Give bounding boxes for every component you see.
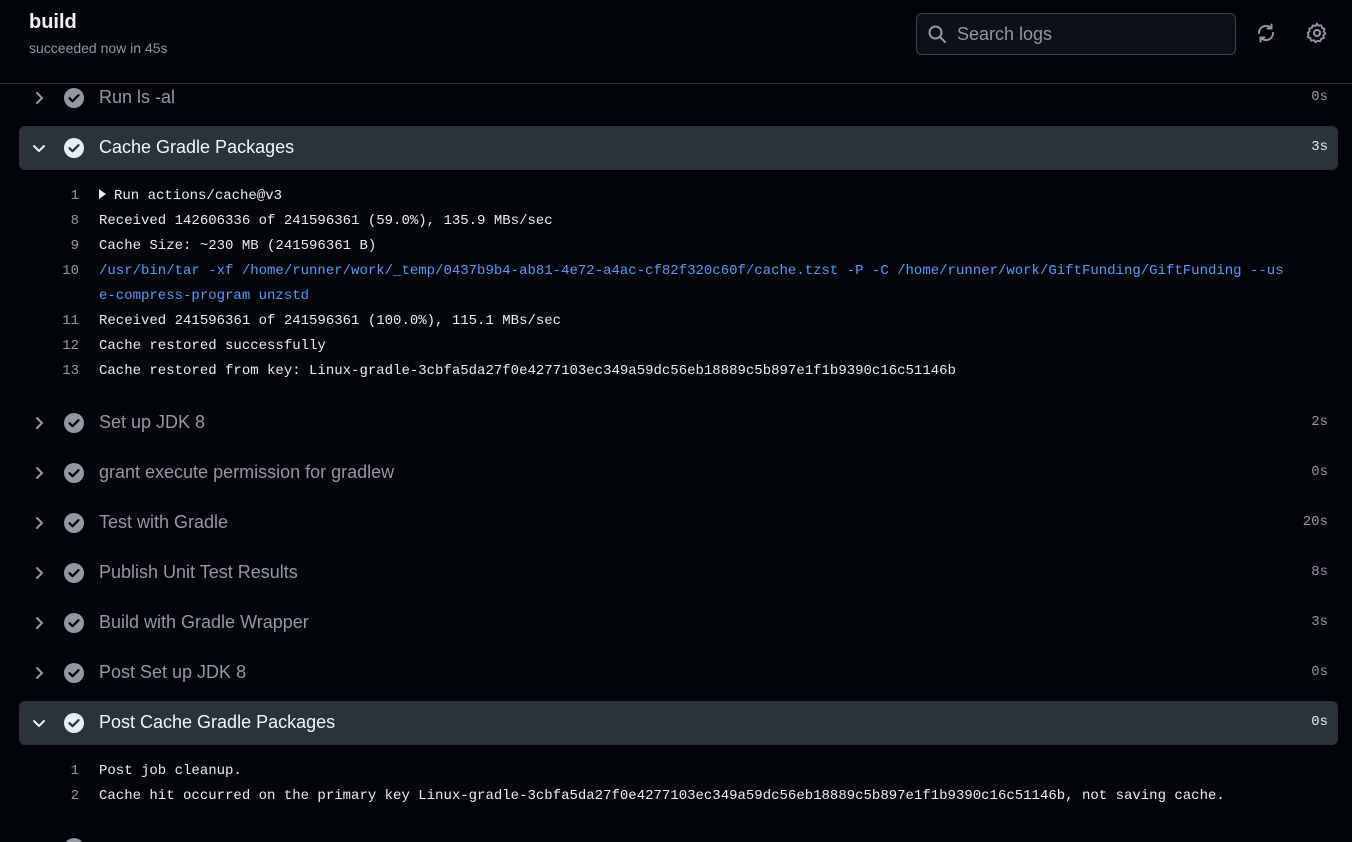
steps-list: Run ls -al 0s Cache Gradle Packages 3s 1…	[0, 84, 1352, 842]
check-circle-icon	[64, 563, 84, 583]
step-name: Cache Gradle Packages	[99, 137, 295, 157]
step-cache-gradle-packages[interactable]: Cache Gradle Packages 3s	[19, 126, 1338, 170]
step-name: Build with Gradle Wrapper	[99, 612, 309, 632]
line-number[interactable]: 10	[62, 259, 79, 284]
step-duration: 0s	[1311, 664, 1328, 680]
gear-icon	[1306, 22, 1328, 44]
check-circle-icon	[64, 838, 84, 842]
step-name: grant execute permission for gradlew	[99, 462, 395, 482]
log-line[interactable]: 8 Received 142606336 of 241596361 (59.0%…	[0, 209, 1352, 234]
job-status: succeeded now in 45s	[29, 40, 168, 56]
settings-button[interactable]	[1305, 21, 1329, 45]
line-number[interactable]: 1	[71, 184, 79, 209]
step-duration: 20s	[1302, 514, 1328, 530]
log-command-text: /usr/bin/tar -xf /home/runner/work/_temp…	[99, 263, 1284, 304]
check-circle-icon	[64, 713, 84, 733]
log-text: Received 142606336 of 241596361 (59.0%),…	[99, 213, 553, 229]
line-number[interactable]: 11	[62, 309, 79, 334]
step-name: Post Set up JDK 8	[99, 662, 247, 682]
check-circle-icon	[64, 413, 84, 433]
check-circle-icon	[64, 88, 84, 108]
step-duration: 3s	[1311, 139, 1328, 155]
step-test-with-gradle[interactable]: Test with Gradle 20s	[19, 501, 1338, 545]
step-log: 1 Post job cleanup. 2 Cache hit occurred…	[0, 759, 1352, 809]
step-set-up-jdk-8[interactable]: Set up JDK 8 2s	[19, 401, 1338, 445]
step-duration: 0s	[1311, 714, 1328, 730]
refresh-button[interactable]	[1254, 21, 1278, 45]
step-post-cache-gradle-packages[interactable]: Post Cache Gradle Packages 0s	[19, 701, 1338, 745]
step-duration: 2s	[1311, 414, 1328, 430]
check-circle-icon	[64, 663, 84, 683]
log-line[interactable]: 9 Cache Size: ~230 MB (241596361 B)	[0, 234, 1352, 259]
log-text: Cache restored successfully	[99, 338, 326, 354]
step-duration: 8s	[1311, 564, 1328, 580]
chevron-down-icon	[31, 140, 47, 156]
step-name: Post Cache Gradle Packages	[99, 712, 336, 732]
step-run-ls[interactable]: Run ls -al 0s	[19, 84, 1338, 120]
log-text: Received 241596361 of 241596361 (100.0%)…	[99, 313, 562, 329]
line-number[interactable]: 9	[71, 234, 79, 259]
line-number[interactable]: 1	[71, 759, 79, 784]
chevron-right-icon	[31, 415, 47, 431]
log-text: Post job cleanup.	[99, 763, 242, 779]
log-text: Cache hit occurred on the primary key Li…	[99, 788, 1225, 804]
step-name: Publish Unit Test Results	[99, 562, 298, 582]
line-number[interactable]: 8	[71, 209, 79, 234]
chevron-right-icon	[31, 615, 47, 631]
step-build-with-gradle-wrapper[interactable]: Build with Gradle Wrapper 3s	[19, 601, 1338, 645]
step-name: Test with Gradle	[99, 512, 229, 532]
step-name: Set up JDK 8	[99, 412, 206, 432]
chevron-right-icon	[31, 515, 47, 531]
chevron-right-icon	[31, 665, 47, 681]
chevron-right-icon	[31, 565, 47, 581]
job-title: build	[29, 11, 77, 33]
log-line[interactable]: 13 Cache restored from key: Linux-gradle…	[0, 359, 1352, 384]
step-next-partial[interactable]	[19, 826, 1338, 842]
step-post-set-up-jdk-8[interactable]: Post Set up JDK 8 0s	[19, 651, 1338, 695]
step-grant-execute-permission[interactable]: grant execute permission for gradlew 0s	[19, 451, 1338, 495]
line-number[interactable]: 13	[62, 359, 79, 384]
log-text: Run actions/cache@v3	[114, 188, 283, 204]
chevron-right-icon	[31, 465, 47, 481]
search-logs-field[interactable]	[916, 13, 1236, 55]
step-publish-unit-test-results[interactable]: Publish Unit Test Results 8s	[19, 551, 1338, 595]
search-logs-input[interactable]	[957, 23, 1227, 45]
log-line[interactable]: 10 /usr/bin/tar -xf /home/runner/work/_t…	[0, 259, 1352, 309]
chevron-right-icon	[31, 90, 47, 106]
step-log: 1 Run actions/cache@v3 8 Received 142606…	[0, 184, 1352, 384]
job-header: build succeeded now in 45s	[0, 0, 1352, 84]
log-text: Cache restored from key: Linux-gradle-3c…	[99, 363, 956, 379]
step-duration: 0s	[1311, 89, 1328, 105]
line-number[interactable]: 12	[62, 334, 79, 359]
step-name: Run ls -al	[99, 87, 176, 107]
log-line[interactable]: 2 Cache hit occurred on the primary key …	[0, 784, 1352, 809]
search-icon	[927, 24, 947, 44]
line-number[interactable]: 2	[71, 784, 79, 809]
step-duration: 3s	[1311, 614, 1328, 630]
log-line[interactable]: 12 Cache restored successfully	[0, 334, 1352, 359]
check-circle-icon	[64, 138, 84, 158]
step-duration: 0s	[1311, 464, 1328, 480]
check-circle-icon	[64, 463, 84, 483]
chevron-down-icon	[31, 715, 47, 731]
log-line[interactable]: 11 Received 241596361 of 241596361 (100.…	[0, 309, 1352, 334]
check-circle-icon	[64, 513, 84, 533]
sync-icon	[1255, 22, 1277, 44]
log-line[interactable]: 1 Run actions/cache@v3	[0, 184, 1352, 209]
expand-group-icon[interactable]	[99, 189, 106, 199]
check-circle-icon	[64, 613, 84, 633]
log-text: Cache Size: ~230 MB (241596361 B)	[99, 238, 377, 254]
log-line[interactable]: 1 Post job cleanup.	[0, 759, 1352, 784]
